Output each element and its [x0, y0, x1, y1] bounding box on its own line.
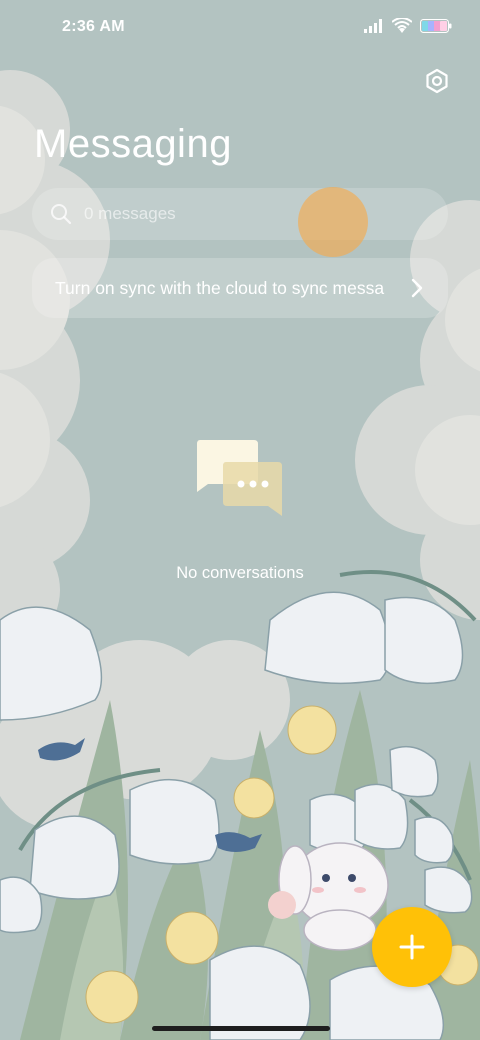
- empty-state-text: No conversations: [176, 564, 304, 582]
- status-time: 2:36 AM: [62, 18, 125, 35]
- settings-button[interactable]: [422, 66, 452, 96]
- signal-icon: [364, 19, 382, 33]
- plus-icon: [399, 934, 425, 960]
- wifi-icon: [392, 18, 412, 33]
- status-icons: [364, 18, 452, 34]
- cloud-sync-banner[interactable]: Turn on sync with the cloud to sync mess…: [32, 258, 448, 318]
- search-input[interactable]: 0 messages: [32, 187, 448, 257]
- chevron-right-icon: [411, 278, 423, 298]
- touch-indicator: [298, 187, 368, 257]
- battery-icon: [420, 19, 452, 33]
- page-title: Messaging: [34, 122, 232, 166]
- sync-banner-text: Turn on sync with the cloud to sync mess…: [55, 277, 385, 298]
- new-conversation-button[interactable]: [372, 907, 452, 987]
- search-icon: [51, 204, 72, 225]
- status-bar: 2:36 AM: [0, 0, 480, 56]
- home-indicator[interactable]: [152, 1026, 330, 1031]
- gear-icon: [426, 68, 448, 94]
- search-placeholder: 0 messages: [84, 204, 176, 223]
- chat-bubbles-icon: [197, 440, 282, 516]
